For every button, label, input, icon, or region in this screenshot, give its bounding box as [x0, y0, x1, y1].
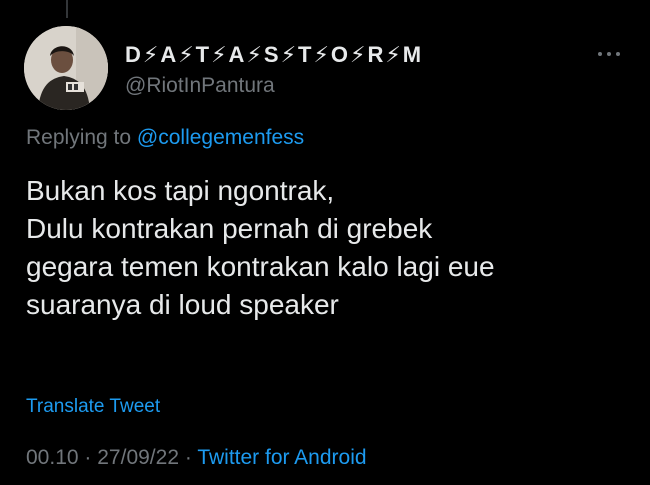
replying-to-link[interactable]: @collegemenfess: [137, 126, 304, 149]
tweet-source-link[interactable]: Twitter for Android: [197, 446, 366, 469]
replying-to-line: Replying to @collegemenfess: [26, 126, 304, 150]
replying-prefix: Replying to: [26, 126, 132, 149]
more-horizontal-icon[interactable]: [594, 44, 624, 64]
translate-tweet-link[interactable]: Translate Tweet: [26, 396, 160, 418]
tweet-metadata: 00.10 · 27/09/22 · Twitter for Android: [26, 446, 367, 470]
display-name[interactable]: D⚡A⚡T⚡A⚡S⚡T⚡O⚡R⚡M: [125, 42, 423, 68]
user-handle[interactable]: @RiotInPantura: [125, 74, 275, 98]
avatar[interactable]: [24, 26, 108, 110]
tweet-text: Bukan kos tapi ngontrak, Dulu kontrakan …: [26, 175, 495, 320]
meta-separator: ·: [184, 446, 192, 469]
profile-photo: [24, 26, 108, 110]
tweet-date[interactable]: 27/09/22: [97, 446, 179, 469]
tweet-time[interactable]: 00.10: [26, 446, 79, 469]
meta-separator: ·: [84, 446, 92, 469]
thread-connector-line: [66, 0, 68, 18]
